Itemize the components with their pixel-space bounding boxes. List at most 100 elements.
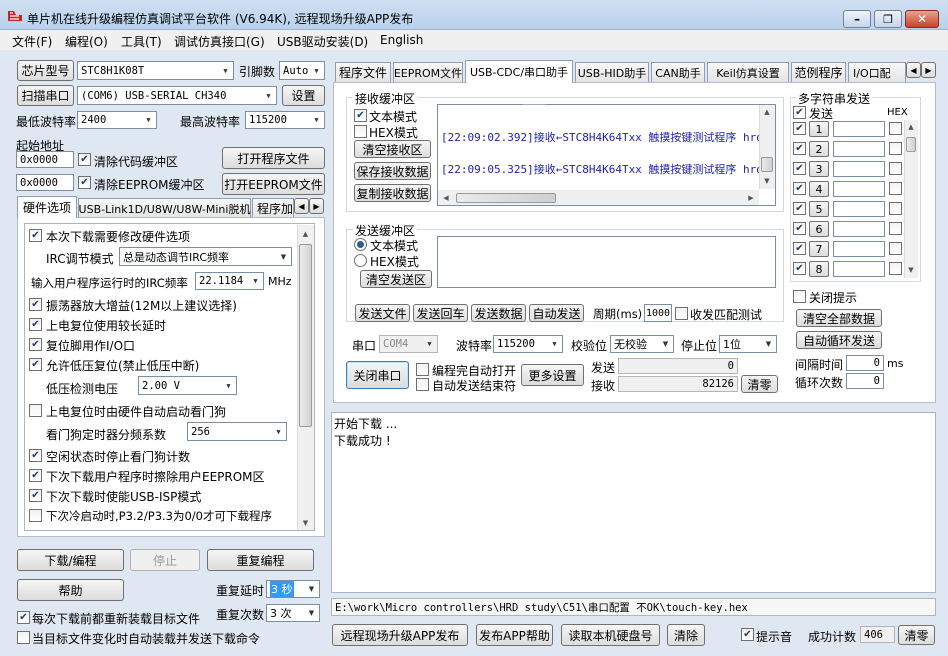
opt-cold-start-checkbox[interactable] [29,509,42,522]
tab-usb-link1d[interactable]: USB-Link1D/U8W/U8W-Mini脱机 [78,198,251,218]
scroll-up-icon[interactable]: ▲ [759,106,775,118]
save-receive-button[interactable]: 保存接收数据 [354,162,431,180]
multi-row-hex-checkbox[interactable] [889,182,902,195]
clear-eeprom-buffer-checkbox[interactable]: ✔ [78,176,91,189]
tab-hardware-options[interactable]: 硬件选项 [17,196,77,218]
close-hint-checkbox[interactable] [793,290,806,303]
multi-row-send-button[interactable]: 1 [809,121,829,137]
tab-io-config[interactable]: I/O口配 [848,62,906,82]
loop-count-input[interactable]: 0 [846,373,884,389]
menu-file[interactable]: 文件(F) [12,33,52,50]
multi-row-hex-checkbox[interactable] [889,122,902,135]
auto-load-on-change-checkbox[interactable] [17,631,30,644]
multi-row-send-button[interactable]: 5 [809,201,829,217]
close-port-button[interactable]: 关闭串口 [346,361,409,389]
multi-row-text-input[interactable] [833,221,885,237]
irc-freq-select[interactable]: 22.1184 ▼ [195,272,264,290]
multi-row-send-button[interactable]: 3 [809,161,829,177]
port-select[interactable]: COM4 ▼ [379,335,438,353]
clear-code-buffer-checkbox[interactable]: ✔ [78,153,91,166]
chip-model-select[interactable]: STC8H1K08T ▼ [77,61,234,80]
menu-debug[interactable]: 调试仿真接口(G) [174,33,265,50]
match-test-checkbox[interactable] [675,307,688,320]
send-enter-button[interactable]: 发送回车 [413,304,468,322]
auto-open-checkbox[interactable] [416,363,429,376]
multi-row-hex-checkbox[interactable] [889,262,902,275]
scroll-down-icon[interactable]: ▼ [297,516,314,530]
min-baud-select[interactable]: 2400 ▼ [77,111,157,129]
send-hex-mode-radio[interactable] [354,254,367,267]
more-settings-button[interactable]: 更多设置 [521,364,584,386]
repeat-count-select[interactable]: 3 次 ▼ [266,604,320,622]
recv-text-mode-checkbox[interactable]: ✔ [354,109,367,122]
reset-success-button[interactable]: 清零 [898,625,935,645]
tab-keil-sim[interactable]: Keil仿真设置 [707,62,789,82]
multi-row-text-input[interactable] [833,141,885,157]
menu-program[interactable]: 编程(O) [65,33,108,50]
menu-english[interactable]: English [380,33,423,47]
code-start-address-input[interactable]: 0x0000 [16,151,74,168]
sound-checkbox[interactable]: ✔ [741,628,754,641]
publish-help-button[interactable]: 发布APP帮助 [476,624,553,646]
right-tab-scroll-right-button[interactable]: ▶ [921,62,936,78]
tab-usb-hid[interactable]: USB-HID助手 [575,62,649,82]
multi-row-send-button[interactable]: 7 [809,241,829,257]
multi-row-send-button[interactable]: 6 [809,221,829,237]
opt-por-delay-checkbox[interactable]: ✔ [29,318,42,331]
auto-send-button[interactable]: 自动发送 [529,304,584,322]
opt-modify-hw-checkbox[interactable]: ✔ [29,229,42,242]
multi-send-all-checkbox[interactable]: ✔ [793,106,806,119]
remote-upgrade-button[interactable]: 远程现场升级APP发布 [332,624,468,646]
receive-vscroll-thumb[interactable] [761,157,773,172]
serial-port-select[interactable]: (COM6) USB-SERIAL CH340 ▼ [77,86,277,105]
chip-model-button[interactable]: 芯片型号 [17,60,74,81]
tab-program-encrypt[interactable]: 程序加 [252,198,294,218]
baud-select[interactable]: 115200 ▼ [493,335,563,353]
wdt-div-select[interactable]: 256 ▼ [187,422,287,441]
multi-row-text-input[interactable] [833,181,885,197]
menu-tools[interactable]: 工具(T) [121,33,162,50]
opt-idle-wdt-checkbox[interactable]: ✔ [29,449,42,462]
multi-row-send-checkbox[interactable]: ✔ [793,222,806,235]
auto-loop-send-button[interactable]: 自动循环发送 [796,331,882,349]
scroll-left-icon[interactable]: ◀ [440,191,452,204]
multi-row-send-button[interactable]: 2 [809,141,829,157]
pin-count-select[interactable]: Auto ▼ [279,61,325,80]
opt-gain-checkbox[interactable]: ✔ [29,298,42,311]
clear-all-data-button[interactable]: 清空全部数据 [796,309,882,327]
multi-row-text-input[interactable] [833,121,885,137]
max-baud-select[interactable]: 115200 ▼ [245,111,325,129]
multi-row-hex-checkbox[interactable] [889,222,902,235]
multi-row-send-checkbox[interactable]: ✔ [793,142,806,155]
stop-button[interactable]: 停止 [130,549,200,571]
multi-row-hex-checkbox[interactable] [889,242,902,255]
hw-options-scroll-thumb[interactable] [299,244,312,427]
menu-usb-driver[interactable]: USB驱动安装(D) [277,33,368,50]
scan-port-button[interactable]: 扫描串口 [17,85,74,106]
multi-row-send-button[interactable]: 4 [809,181,829,197]
parity-select[interactable]: 无校验 ▼ [610,335,674,353]
repeat-delay-select[interactable]: 3 秒 ▼ [266,580,320,598]
send-text-mode-radio[interactable] [354,238,367,251]
copy-receive-button[interactable]: 复制接收数据 [354,184,431,202]
settings-button[interactable]: 设置 [282,85,325,106]
tab-examples[interactable]: 范例程序 [791,62,846,82]
tab-can[interactable]: CAN助手 [651,62,705,82]
multi-row-hex-checkbox[interactable] [889,162,902,175]
send-file-button[interactable]: 发送文件 [355,304,410,322]
multi-row-text-input[interactable] [833,261,885,277]
opt-usb-isp-checkbox[interactable]: ✔ [29,489,42,502]
multi-row-hex-checkbox[interactable] [889,142,902,155]
multi-row-text-input[interactable] [833,161,885,177]
clear-send-button[interactable]: 清空发送区 [360,270,432,288]
help-button[interactable]: 帮助 [17,579,124,601]
maximize-button[interactable]: ❐ [874,10,902,28]
opt-erase-eeprom-checkbox[interactable]: ✔ [29,469,42,482]
auto-terminator-checkbox[interactable] [416,378,429,391]
send-data-button[interactable]: 发送数据 [471,304,526,322]
send-textarea[interactable] [437,236,776,288]
close-window-button[interactable]: ✕ [905,10,939,28]
download-program-button[interactable]: 下载/编程 [17,549,124,571]
opt-reset-io-checkbox[interactable]: ✔ [29,338,42,351]
multi-row-text-input[interactable] [833,201,885,217]
